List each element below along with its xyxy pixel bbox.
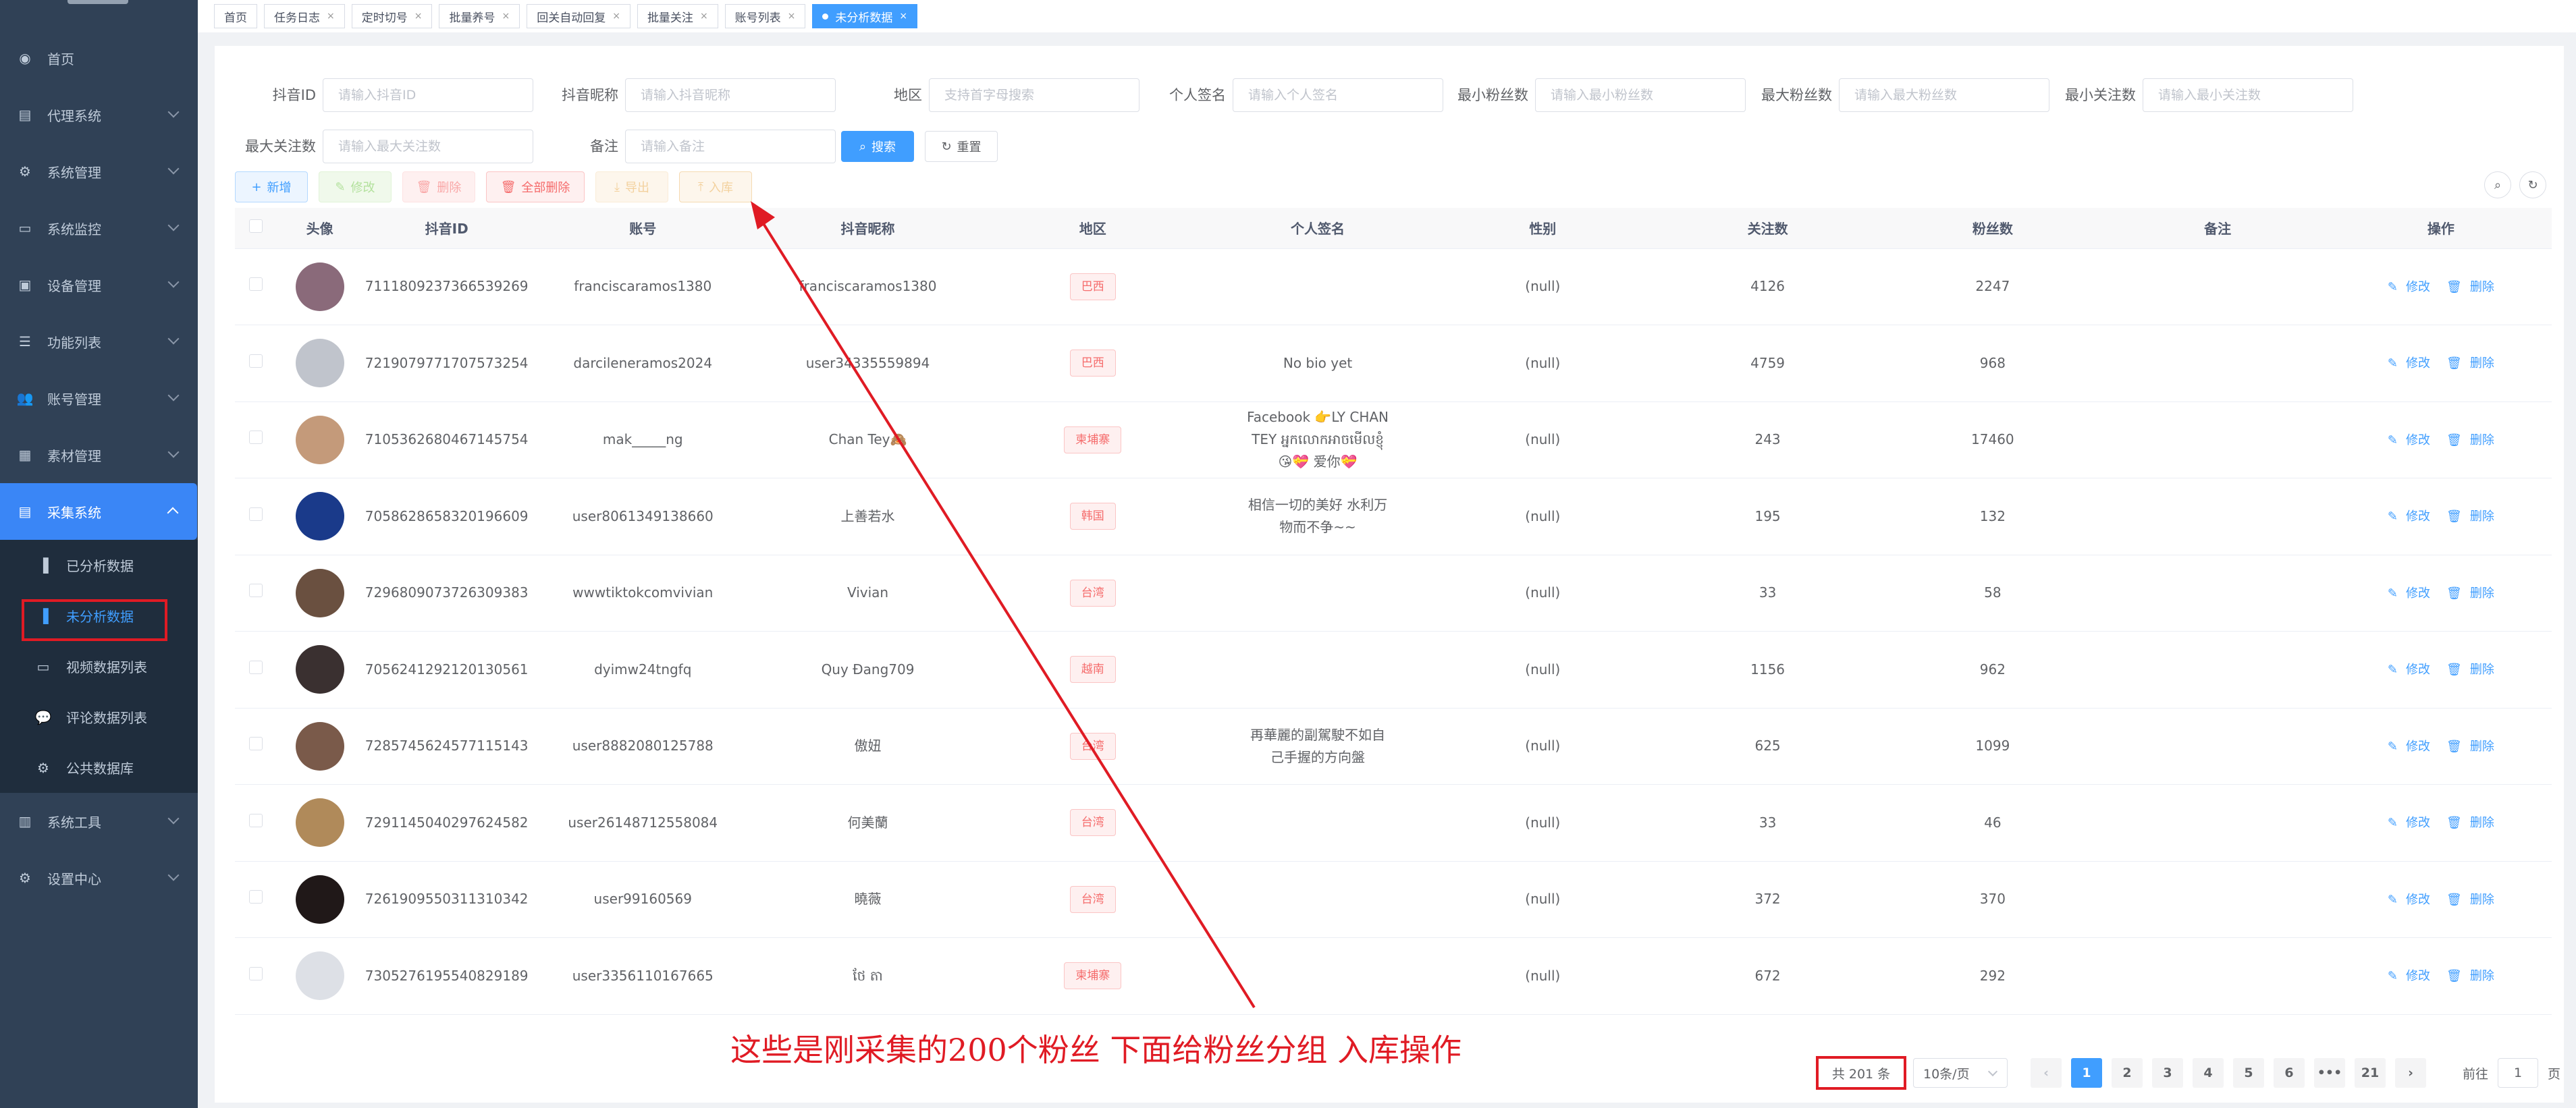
goto-page: 前往 1 页 <box>2463 1058 2560 1088</box>
prev-page-button[interactable]: ‹ <box>2031 1058 2062 1088</box>
annotation-arrow <box>751 201 1256 1009</box>
page-unit: 页 <box>2548 1066 2561 1082</box>
annotation-text: 这些是刚采集的200个粉丝 下面给粉丝分组 入库操作 <box>730 1032 1462 1068</box>
page-list: 1 2 3 4 5 6 ••• 21 <box>2071 1058 2395 1088</box>
page-number-4[interactable]: 5 <box>2233 1058 2264 1088</box>
goto-label: 前往 <box>2463 1066 2489 1082</box>
page-number-6[interactable]: ••• <box>2314 1058 2345 1088</box>
page-size-select[interactable]: 10条/页 <box>1913 1058 2008 1088</box>
page-number-0[interactable]: 1 <box>2071 1058 2102 1088</box>
goto-input[interactable]: 1 <box>2498 1058 2539 1088</box>
page-number-2[interactable]: 3 <box>2152 1058 2183 1088</box>
pagination: 共 201 条 10条/页 ‹ 1 2 3 4 5 6 ••• 21 › 前往 1 页 <box>1816 1056 2560 1090</box>
next-page-button[interactable]: › <box>2395 1058 2426 1088</box>
page-number-3[interactable]: 4 <box>2193 1058 2224 1088</box>
page-number-1[interactable]: 2 <box>2112 1058 2143 1088</box>
page-number-5[interactable]: 6 <box>2274 1058 2305 1088</box>
pagination-total: 共 201 条 <box>1816 1056 1906 1090</box>
page-number-7[interactable]: 21 <box>2355 1058 2386 1088</box>
